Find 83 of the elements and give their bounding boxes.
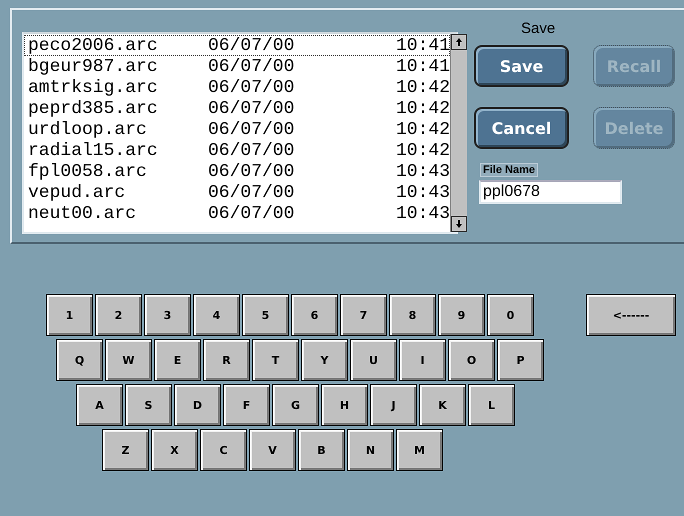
file-name: fpl0058.arc [28,162,148,182]
file-name: vepud.arc [28,182,126,202]
keyboard-key[interactable]: D [174,384,221,426]
file-time: 10:41 [394,36,450,56]
file-time: 10:43 [394,182,450,202]
file-date: 06/07/00 [208,182,296,202]
keyboard-key[interactable]: N [347,429,394,471]
keyboard-key[interactable]: 4 [193,294,240,336]
file-time: 10:42 [394,98,450,118]
dialog-title: Save [521,20,556,37]
file-name: radial15.arc [28,140,159,160]
file-row[interactable]: amtrksig.arc 06/07/00 10:42 [24,77,450,98]
keyboard-key[interactable]: F [223,384,270,426]
keyboard-key[interactable]: I [399,339,446,381]
file-row[interactable]: peprd385.arc 06/07/00 10:42 [24,98,450,119]
file-name: peprd385.arc [28,98,159,118]
scroll-down-button[interactable] [451,216,467,232]
keyboard-key[interactable]: B [298,429,345,471]
file-name-label: File Name [480,163,538,177]
file-date: 06/07/00 [208,120,296,140]
keyboard-key[interactable]: S [125,384,172,426]
keyboard-key[interactable]: L [468,384,515,426]
keyboard-key[interactable]: G [272,384,319,426]
keyboard-key[interactable]: 9 [438,294,485,336]
keyboard-key[interactable]: O [448,339,495,381]
keyboard-key[interactable]: 2 [95,294,142,336]
keyboard-key[interactable]: Z [102,429,149,471]
scrollbar[interactable] [450,34,467,232]
file-date: 06/07/00 [208,162,296,182]
keyboard-key[interactable]: 3 [144,294,191,336]
file-date: 06/07/00 [208,98,296,118]
backspace-key[interactable]: <------ [586,294,676,336]
keyboard-key[interactable]: Q [56,339,103,381]
file-name: amtrksig.arc [28,78,159,98]
keyboard-key[interactable]: C [200,429,247,471]
file-name: urdloop.arc [28,120,148,140]
file-row[interactable]: vepud.arc 06/07/00 10:43 [24,182,450,203]
keyboard-key[interactable]: Y [301,339,348,381]
keyboard-key[interactable]: U [350,339,397,381]
keyboard-key[interactable]: 6 [291,294,338,336]
keyboard-key[interactable]: X [151,429,198,471]
keyboard-key[interactable]: V [249,429,296,471]
file-row[interactable]: bgeur987.arc 06/07/00 10:41 [24,56,450,77]
file-name: bgeur987.arc [28,56,159,76]
file-date: 06/07/00 [208,36,296,56]
keyboard-key[interactable]: 8 [389,294,436,336]
file-date: 06/07/00 [208,56,296,76]
file-name: neut00.arc [28,204,138,224]
keyboard-key[interactable]: 1 [46,294,93,336]
keyboard-key[interactable]: J [370,384,417,426]
keyboard-key[interactable]: A [76,384,123,426]
file-date: 06/07/00 [208,78,296,98]
keyboard-key[interactable]: M [396,429,443,471]
action-button[interactable]: Cancel [474,107,569,149]
keyboard-key[interactable]: T [252,339,299,381]
keyboard-key[interactable]: K [419,384,466,426]
down-arrow-icon [456,220,462,228]
keyboard-key[interactable]: E [154,339,201,381]
file-row[interactable]: neut00.arc 06/07/00 10:43 [24,203,450,224]
file-time: 10:43 [394,204,450,224]
file-time: 10:42 [394,140,450,160]
file-time: 10:41 [394,56,450,76]
keyboard-key[interactable]: P [497,339,544,381]
file-date: 06/07/00 [208,140,296,160]
keyboard-key[interactable]: 0 [487,294,534,336]
keyboard-key[interactable]: H [321,384,368,426]
file-row[interactable]: fpl0058.arc 06/07/00 10:43 [24,161,450,182]
file-time: 10:42 [394,120,450,140]
action-button[interactable]: Save [474,45,569,87]
keyboard-key[interactable]: 7 [340,294,387,336]
keyboard-key[interactable]: 5 [242,294,289,336]
scroll-up-button[interactable] [451,34,467,50]
file-row[interactable]: urdloop.arc 06/07/00 10:42 [24,119,450,140]
file-time: 10:43 [394,162,450,182]
keyboard-key[interactable]: R [203,339,250,381]
file-name: peco2006.arc [28,36,159,56]
file-row[interactable]: peco2006.arc 06/07/00 10:41 [24,35,450,56]
file-time: 10:42 [394,78,450,98]
file-name-field[interactable]: ppl0678 [479,180,622,204]
up-arrow-icon [456,38,462,46]
file-row[interactable]: radial15.arc 06/07/00 10:42 [24,140,450,161]
keyboard-key[interactable]: W [105,339,152,381]
file-date: 06/07/00 [208,204,296,224]
